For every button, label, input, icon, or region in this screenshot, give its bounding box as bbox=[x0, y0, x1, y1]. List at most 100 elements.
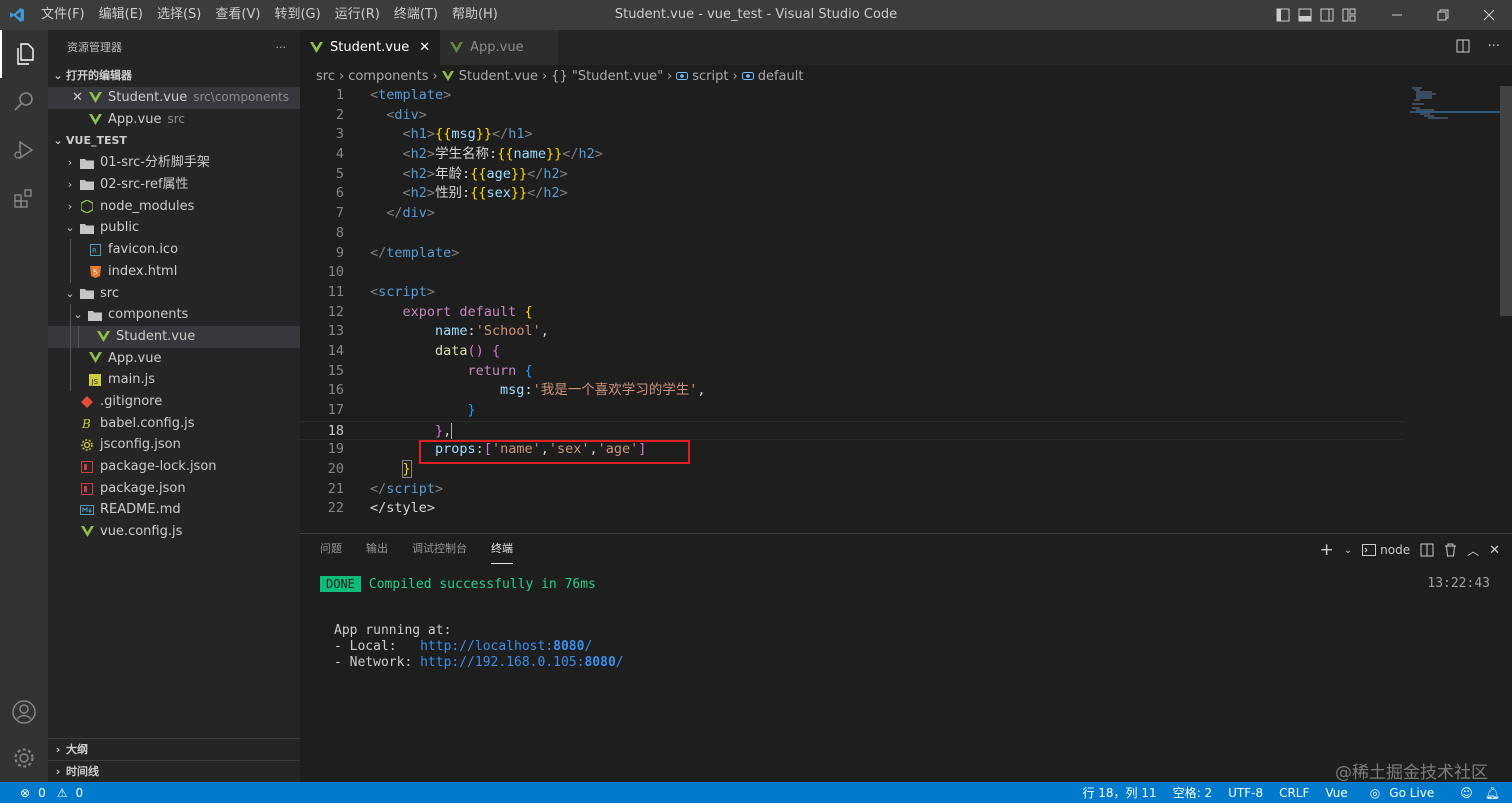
done-badge: DONE bbox=[320, 576, 361, 592]
tree-folder[interactable]: › node_modules bbox=[48, 196, 300, 218]
trash-icon[interactable] bbox=[1444, 543, 1457, 557]
more-actions-icon[interactable]: ··· bbox=[276, 30, 287, 65]
vue-file-icon bbox=[86, 352, 104, 364]
problems-status[interactable]: ⊗ 0 ⚠ 0 bbox=[14, 786, 89, 800]
terminal-name[interactable]: node bbox=[1380, 543, 1410, 557]
vue-file-icon bbox=[94, 330, 112, 343]
split-editor-icon[interactable] bbox=[1456, 39, 1470, 57]
tab-problems[interactable]: 问题 bbox=[320, 534, 342, 564]
outline-section[interactable]: › 大纲 bbox=[48, 738, 300, 761]
maximize-panel-icon[interactable]: ︿ bbox=[1467, 542, 1479, 559]
chevron-down-icon[interactable]: ⌄ bbox=[1344, 545, 1352, 556]
tree-folder[interactable]: › 02-src-ref属性 bbox=[48, 174, 300, 196]
timeline-section[interactable]: › 时间线 bbox=[48, 760, 300, 783]
indentation[interactable]: 空格: 2 bbox=[1173, 784, 1213, 801]
open-editors-section[interactable]: ⌄ 打开的编辑器 bbox=[48, 65, 300, 87]
encoding[interactable]: UTF-8 bbox=[1228, 786, 1263, 800]
breadcrumb-item[interactable]: src bbox=[316, 69, 335, 84]
settings-gear-icon[interactable] bbox=[0, 734, 48, 782]
toggle-sidebar-icon[interactable] bbox=[1272, 0, 1294, 30]
tab-app-vue[interactable]: App.vue bbox=[440, 30, 559, 65]
menu-edit[interactable]: 编辑(E) bbox=[92, 0, 150, 30]
tree-file[interactable]: Bbabel.config.js bbox=[48, 413, 300, 435]
vue-file-icon bbox=[441, 70, 454, 82]
tab-student-vue[interactable]: Student.vue ✕ bbox=[300, 30, 441, 65]
tree-file[interactable]: package-lock.json bbox=[48, 456, 300, 478]
tree-item-label: main.js bbox=[108, 372, 155, 388]
more-actions-icon[interactable]: ··· bbox=[1488, 39, 1500, 54]
feedback-icon[interactable]: ☺ bbox=[1460, 786, 1473, 800]
menu-terminal[interactable]: 终端(T) bbox=[387, 0, 445, 30]
tree-file[interactable]: App.vue bbox=[48, 347, 300, 370]
tree-file[interactable]: jsconfig.json bbox=[48, 434, 300, 456]
restore-icon[interactable] bbox=[1420, 0, 1466, 30]
html-file-icon: 5 bbox=[86, 265, 104, 278]
app-running-text: App running at: bbox=[334, 623, 452, 638]
close-tab-icon[interactable]: ✕ bbox=[419, 40, 430, 55]
run-debug-icon[interactable] bbox=[0, 126, 48, 174]
line-number: 19 bbox=[327, 441, 344, 458]
line-ending[interactable]: CRLF bbox=[1279, 786, 1309, 800]
tree-file[interactable]: package.json bbox=[48, 478, 300, 500]
tree-file[interactable]: vue.config.js bbox=[48, 521, 300, 543]
url-tail: / bbox=[584, 639, 593, 654]
toggle-panel-icon[interactable] bbox=[1294, 0, 1316, 30]
vue-file-icon bbox=[450, 41, 464, 54]
local-url[interactable]: http://localhost:8080/ bbox=[420, 639, 592, 654]
menu-file[interactable]: 文件(F) bbox=[34, 0, 92, 30]
notifications-bell-icon[interactable]: 🔔︎ bbox=[1485, 786, 1500, 800]
tab-terminal[interactable]: 终端 bbox=[491, 534, 513, 564]
menu-selection[interactable]: 选择(S) bbox=[150, 0, 208, 30]
line-number: 6 bbox=[335, 185, 344, 202]
tree-file[interactable]: Rfavicon.ico bbox=[48, 239, 300, 261]
tree-file[interactable]: .gitignore bbox=[48, 391, 300, 413]
tree-file[interactable]: README.md bbox=[48, 499, 300, 521]
new-terminal-icon[interactable]: + bbox=[1319, 540, 1333, 560]
tree-folder[interactable]: ⌄ components bbox=[48, 304, 300, 326]
tree-folder[interactable]: › 01-src-分析脚手架 bbox=[48, 152, 300, 174]
tree-item-label: Student.vue bbox=[116, 328, 196, 344]
tree-folder[interactable]: ⌄ public bbox=[48, 217, 300, 239]
folder-icon bbox=[78, 158, 96, 169]
split-terminal-icon[interactable] bbox=[1420, 543, 1434, 557]
close-icon[interactable]: ✕ bbox=[72, 87, 86, 109]
close-window-icon[interactable] bbox=[1466, 0, 1512, 30]
tree-file[interactable]: 5 index.html bbox=[48, 260, 300, 283]
tree-file-selected[interactable]: Student.vue bbox=[48, 325, 300, 348]
tree-file[interactable]: JS main.js bbox=[48, 369, 300, 391]
search-icon[interactable] bbox=[0, 78, 48, 126]
tree-item-label: README.md bbox=[100, 502, 181, 518]
explorer-title: 资源管理器 bbox=[67, 41, 122, 54]
menu-run[interactable]: 运行(R) bbox=[328, 0, 387, 30]
breadcrumb-item[interactable]: script bbox=[692, 69, 728, 84]
network-url[interactable]: http://192.168.0.105:8080/ bbox=[420, 655, 624, 670]
minimize-icon[interactable] bbox=[1374, 0, 1420, 30]
tab-output[interactable]: 输出 bbox=[366, 534, 388, 564]
customize-layout-icon[interactable] bbox=[1338, 0, 1360, 30]
account-icon[interactable] bbox=[0, 688, 48, 736]
breadcrumb-item[interactable]: Student.vue bbox=[459, 69, 538, 84]
menu-view[interactable]: 查看(V) bbox=[208, 0, 267, 30]
local-label: - Local: bbox=[334, 639, 421, 654]
extensions-icon[interactable] bbox=[0, 174, 48, 222]
menu-go[interactable]: 转到(G) bbox=[267, 0, 327, 30]
open-editor-item[interactable]: App.vue src bbox=[48, 109, 300, 131]
cursor-position[interactable]: 行 18，列 11 bbox=[1082, 784, 1156, 801]
minimap[interactable] bbox=[1410, 86, 1500, 146]
editor-scroll-thumb[interactable] bbox=[1500, 86, 1512, 316]
breadcrumb-item[interactable]: {} "Student.vue" bbox=[551, 69, 663, 84]
explorer-icon[interactable] bbox=[0, 30, 48, 78]
open-editor-item[interactable]: ✕ Student.vue src\components bbox=[48, 87, 300, 109]
breadcrumb-item[interactable]: components bbox=[348, 69, 428, 84]
tab-debug-console[interactable]: 调试控制台 bbox=[412, 534, 467, 564]
tree-folder[interactable]: ⌄ src bbox=[48, 283, 300, 305]
close-panel-icon[interactable]: ✕ bbox=[1489, 543, 1500, 558]
code-text: 年龄: bbox=[435, 165, 471, 182]
toggle-secondary-sidebar-icon[interactable] bbox=[1316, 0, 1338, 30]
language-mode[interactable]: Vue bbox=[1325, 786, 1347, 800]
project-section[interactable]: ⌄ VUE_TEST bbox=[48, 130, 300, 152]
golive-button[interactable]: ◎ Go Live bbox=[1364, 786, 1440, 800]
menu-help[interactable]: 帮助(H) bbox=[445, 0, 505, 30]
tree-item-label: vue.config.js bbox=[100, 524, 183, 540]
breadcrumb-item[interactable]: default bbox=[758, 69, 804, 84]
